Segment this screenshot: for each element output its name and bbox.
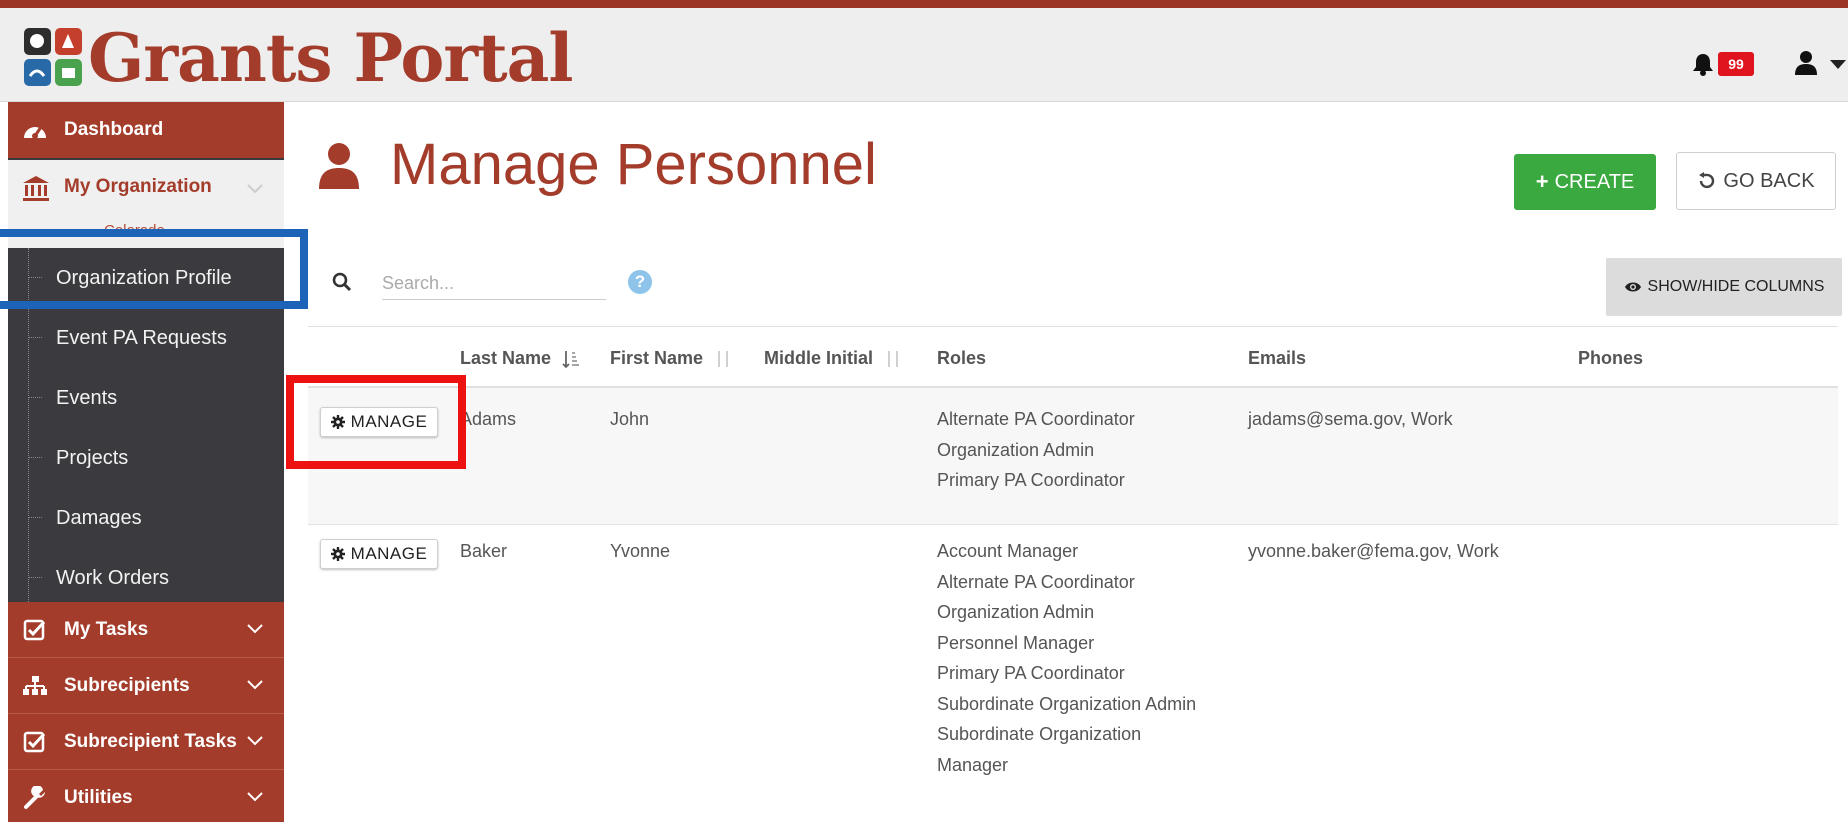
role-item: Primary PA Coordinator xyxy=(937,470,1125,490)
app-header: Grants Portal 99 xyxy=(0,8,1848,102)
sidebar-item-projects[interactable]: Projects xyxy=(8,428,284,488)
role-item: Subordinate Organization xyxy=(937,724,1142,744)
sort-icon[interactable] xyxy=(714,349,732,369)
sitemap-icon xyxy=(23,676,47,695)
cell-emails: yvonne.baker@fema.gov, Work xyxy=(1248,541,1499,561)
role-item: Organization Admin xyxy=(937,439,1095,460)
shield-logo-icon xyxy=(24,28,82,86)
sidebar-item-dashboard[interactable]: Dashboard xyxy=(8,102,284,158)
sidebar-item-label: Subrecipients xyxy=(64,675,190,696)
role-item: Primary PA Coordinator xyxy=(937,663,1125,683)
column-header-label: First Name xyxy=(610,348,704,368)
divider xyxy=(308,326,1838,327)
role-item: Account Manager xyxy=(937,541,1079,561)
column-header-label: Last Name xyxy=(460,348,552,368)
chevron-down-icon xyxy=(247,680,263,690)
cell-last-name: Adams xyxy=(460,409,517,429)
cell-roles: Account Manager Alternate PA Coordinator… xyxy=(937,536,1196,780)
row-divider xyxy=(308,524,1838,525)
cell-last-name: Baker xyxy=(460,541,508,561)
main-content: Manage Personnel + CREATE GO BACK ? SHOW… xyxy=(284,102,1848,822)
go-back-button[interactable]: GO BACK xyxy=(1676,152,1836,210)
role-item: Alternate PA Coordinator xyxy=(937,409,1135,429)
create-button-label: CREATE xyxy=(1554,170,1635,193)
column-header-emails: Emails xyxy=(1248,348,1307,368)
eye-icon xyxy=(1624,282,1641,292)
sidebar-item-label: Damages xyxy=(56,507,142,529)
column-header-last-name[interactable]: Last Name xyxy=(460,346,580,370)
role-item: Personnel Manager xyxy=(937,632,1095,653)
notification-badge[interactable]: 99 xyxy=(1718,52,1754,76)
sidebar-item-damages[interactable]: Damages xyxy=(8,488,284,548)
role-item: Subordinate Organization Admin xyxy=(937,693,1197,714)
sidebar-item-events[interactable]: Events xyxy=(8,368,284,428)
highlight-box-blue xyxy=(0,229,308,309)
column-header-label: Middle Initial xyxy=(764,348,874,368)
sidebar-item-work-orders[interactable]: Work Orders xyxy=(8,548,284,608)
chevron-down-icon xyxy=(247,184,263,194)
app-title[interactable]: Grants Portal xyxy=(88,18,573,98)
sort-icon[interactable] xyxy=(884,349,902,369)
wrench-icon xyxy=(24,786,45,809)
create-button[interactable]: + CREATE xyxy=(1514,154,1656,210)
show-hide-columns-button[interactable]: SHOW/HIDE COLUMNS xyxy=(1606,258,1842,316)
search-input[interactable] xyxy=(382,268,606,300)
user-icon xyxy=(319,143,359,189)
sidebar-item-label: Events xyxy=(56,387,118,409)
sidebar: Dashboard My Organization Colorado Organ… xyxy=(8,102,284,822)
highlight-box-red xyxy=(286,375,466,469)
column-header-phones: Phones xyxy=(1578,348,1644,368)
chevron-down-icon xyxy=(247,736,263,746)
chevron-down-icon[interactable] xyxy=(1830,60,1846,69)
sidebar-item-label: Utilities xyxy=(64,787,133,808)
manage-button[interactable]: MANAGE xyxy=(320,539,438,569)
role-item: Organization Admin xyxy=(937,602,1095,622)
sidebar-item-label: Work Orders xyxy=(56,567,169,589)
column-header-first-name[interactable]: First Name xyxy=(610,346,732,370)
cell-roles: Alternate PA Coordinator Organization Ad… xyxy=(937,404,1135,496)
sort-icon[interactable] xyxy=(562,349,580,369)
sidebar-item-label: Subrecipient Tasks xyxy=(64,731,237,752)
bank-icon xyxy=(23,176,49,201)
bell-icon[interactable] xyxy=(1692,52,1714,76)
help-icon[interactable]: ? xyxy=(628,270,652,294)
plus-icon: + xyxy=(1535,169,1549,194)
manage-button-label: MANAGE xyxy=(350,544,428,563)
check-square-icon xyxy=(23,619,46,641)
cell-first-name: Yvonne xyxy=(610,541,671,561)
user-icon[interactable] xyxy=(1794,50,1818,76)
sidebar-item-subrecipient-tasks[interactable]: Subrecipient Tasks xyxy=(8,714,284,770)
show-hide-columns-label: SHOW/HIDE COLUMNS xyxy=(1647,278,1825,295)
column-header-roles: Roles xyxy=(937,348,987,368)
column-header-middle-initial[interactable]: Middle Initial xyxy=(764,346,902,370)
page-title: Manage Personnel xyxy=(390,132,877,197)
check-square-icon xyxy=(23,731,46,753)
sidebar-item-label: My Tasks xyxy=(64,619,149,640)
go-back-button-label: GO BACK xyxy=(1723,169,1815,192)
role-item: Alternate PA Coordinator xyxy=(937,571,1135,592)
role-item: Manager xyxy=(937,754,1009,775)
undo-icon xyxy=(1699,172,1715,189)
sidebar-item-my-tasks[interactable]: My Tasks xyxy=(8,602,284,658)
sidebar-item-utilities[interactable]: Utilities xyxy=(8,770,284,822)
sidebar-item-label: Projects xyxy=(56,447,129,469)
sidebar-item-event-pa-requests[interactable]: Event PA Requests xyxy=(8,308,284,368)
sidebar-item-label: My Organization xyxy=(64,176,212,197)
chevron-down-icon xyxy=(247,792,263,802)
sidebar-item-label: Event PA Requests xyxy=(56,327,227,349)
gear-icon xyxy=(330,547,345,561)
sidebar-item-subrecipients[interactable]: Subrecipients xyxy=(8,658,284,714)
chevron-down-icon xyxy=(247,624,263,634)
tachometer-icon xyxy=(24,126,46,139)
search-icon xyxy=(332,272,352,292)
cell-emails: jadams@sema.gov, Work xyxy=(1248,409,1453,429)
top-accent-stripe xyxy=(0,0,1848,8)
sidebar-item-label: Dashboard xyxy=(64,119,164,140)
cell-first-name: John xyxy=(610,409,650,429)
